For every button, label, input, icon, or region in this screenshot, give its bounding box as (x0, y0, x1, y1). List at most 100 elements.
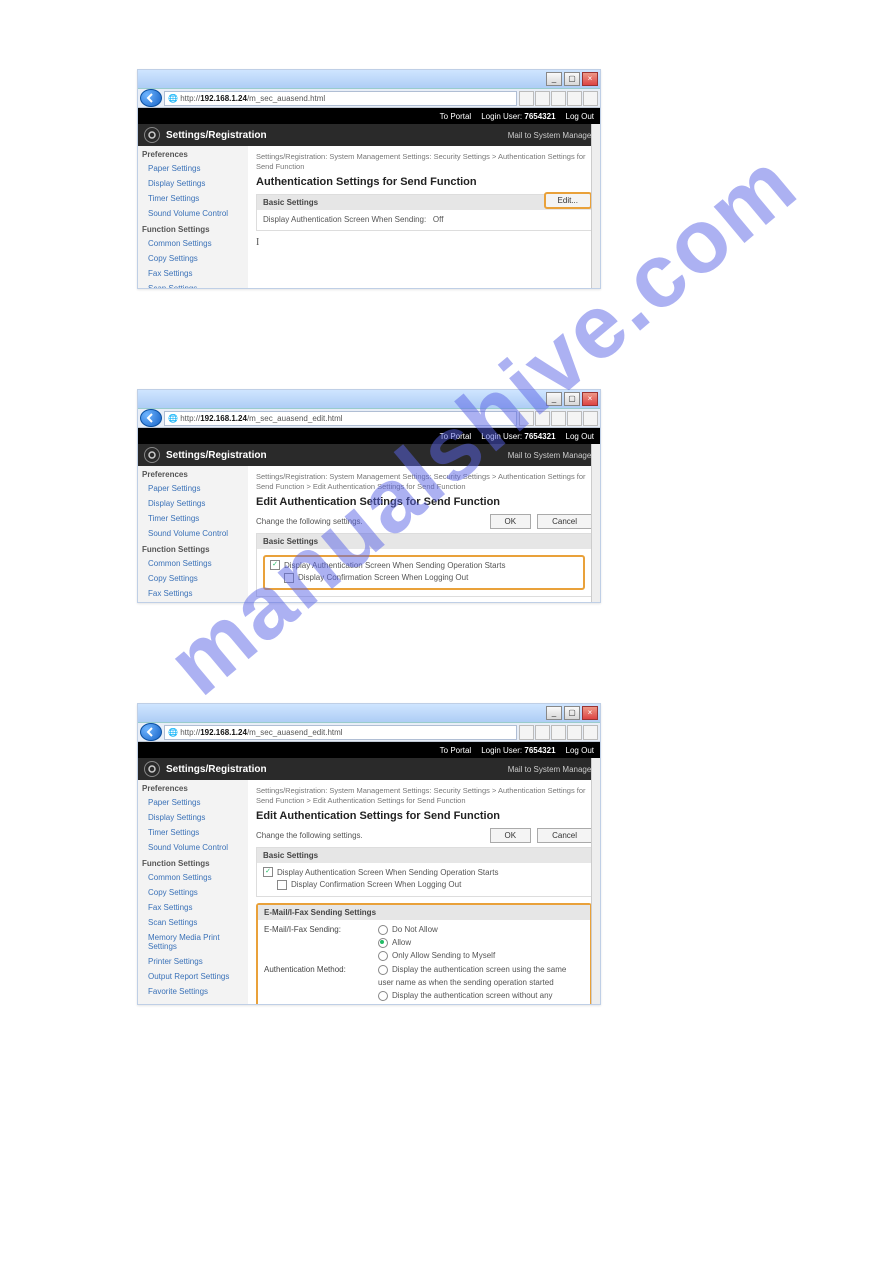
logout-link[interactable]: Log Out (566, 746, 594, 755)
mail-to-link[interactable]: Mail to System Manager (508, 131, 594, 140)
logout-link[interactable]: Log Out (566, 432, 594, 441)
stop-icon[interactable] (535, 411, 550, 426)
email-sending-label: E-Mail/I-Fax Sending: (264, 924, 364, 962)
url-field[interactable]: 🌐 http://192.168.1.24/m_sec_auasend.html (164, 91, 517, 106)
refresh-icon[interactable] (519, 91, 534, 106)
scrollbar[interactable] (591, 444, 600, 602)
radio-auth-no-info[interactable] (378, 991, 388, 1001)
minimize-button[interactable]: _ (546, 706, 562, 720)
sidebar-item-common[interactable]: Common Settings (138, 870, 248, 885)
sidebar-item-fax[interactable]: Fax Settings (138, 586, 248, 601)
sidebar-item-paper[interactable]: Paper Settings (138, 161, 248, 176)
sidebar-item-printer[interactable]: Printer Settings (138, 954, 248, 969)
sidebar-item-paper[interactable]: Paper Settings (138, 481, 248, 496)
checkbox-display-confirm-logout[interactable] (277, 880, 287, 890)
scrollbar[interactable] (591, 124, 600, 288)
minimize-button[interactable]: _ (546, 392, 562, 406)
mail-to-link[interactable]: Mail to System Manager (508, 765, 594, 774)
checkbox-display-auth-screen[interactable] (270, 560, 280, 570)
stop-icon[interactable] (535, 91, 550, 106)
checkbox-display-confirm-logout[interactable] (284, 573, 294, 583)
gear-icon[interactable] (583, 411, 598, 426)
sidebar-item-scan[interactable]: Scan Settings (138, 281, 248, 289)
home-icon[interactable] (551, 725, 566, 740)
change-settings-note: Change the following settings. (256, 831, 363, 840)
to-portal-link[interactable]: To Portal (440, 432, 472, 441)
radio-do-not-allow[interactable] (378, 925, 388, 935)
main-content: Settings/Registration: System Management… (248, 146, 600, 254)
scrollbar[interactable] (591, 758, 600, 1004)
sidebar: Preferences Paper Settings Display Setti… (138, 466, 248, 603)
auth-method-label: Authentication Method: (264, 964, 364, 1005)
highlighted-basic-options: Display Authentication Screen When Sendi… (263, 555, 585, 591)
sidebar-item-common[interactable]: Common Settings (138, 236, 248, 251)
sidebar-item-volume[interactable]: Sound Volume Control (138, 206, 248, 221)
checkbox-display-auth-screen[interactable] (263, 867, 273, 877)
edit-button[interactable]: Edit... (544, 192, 592, 209)
to-portal-link[interactable]: To Portal (440, 746, 472, 755)
url-scheme: 🌐 (168, 94, 178, 103)
maximize-button[interactable]: ▢ (564, 392, 580, 406)
gear-icon[interactable] (583, 91, 598, 106)
auth-same-user: Display the authentication screen using … (378, 965, 566, 987)
sidebar-item-copy[interactable]: Copy Settings (138, 885, 248, 900)
to-portal-link[interactable]: To Portal (440, 112, 472, 121)
home-icon[interactable] (551, 91, 566, 106)
url-field[interactable]: 🌐 http://192.168.1.24/m_sec_auasend_edit… (164, 411, 517, 426)
mail-to-link[interactable]: Mail to System Manager (508, 451, 594, 460)
refresh-icon[interactable] (519, 411, 534, 426)
sidebar-item-timer[interactable]: Timer Settings (138, 191, 248, 206)
sidebar-item-output[interactable]: Output Report Settings (138, 969, 248, 984)
sidebar-item-memory[interactable]: Memory Media Print Settings (138, 930, 248, 954)
radio-only-myself[interactable] (378, 951, 388, 961)
basic-settings-box: Basic Settings Display Authentication Sc… (256, 194, 592, 232)
cancel-button[interactable]: Cancel (537, 828, 592, 843)
minimize-button[interactable]: _ (546, 72, 562, 86)
sidebar-item-copy[interactable]: Copy Settings (138, 571, 248, 586)
sidebar-item-favorite[interactable]: Favorite Settings (138, 984, 248, 999)
ok-button[interactable]: OK (490, 514, 532, 529)
browser-back-icon[interactable] (140, 89, 162, 107)
sidebar: Preferences Paper Settings Display Setti… (138, 146, 248, 289)
radio-allow[interactable] (378, 938, 388, 948)
sidebar-item-display[interactable]: Display Settings (138, 496, 248, 511)
ok-button[interactable]: OK (490, 828, 532, 843)
browser-back-icon[interactable] (140, 409, 162, 427)
url-path: /m_sec_auasend_edit.html (247, 728, 343, 737)
close-button[interactable]: × (582, 72, 598, 86)
close-button[interactable]: × (582, 706, 598, 720)
gear-icon[interactable] (583, 725, 598, 740)
fav-icon[interactable] (567, 411, 582, 426)
logout-link[interactable]: Log Out (566, 112, 594, 121)
sidebar-item-copy[interactable]: Copy Settings (138, 251, 248, 266)
sidebar-item-scan[interactable]: Scan Settings (138, 601, 248, 603)
maximize-button[interactable]: ▢ (564, 72, 580, 86)
sidebar-item-volume[interactable]: Sound Volume Control (138, 840, 248, 855)
home-icon[interactable] (551, 411, 566, 426)
stop-icon[interactable] (535, 725, 550, 740)
sidebar-item-timer[interactable]: Timer Settings (138, 511, 248, 526)
maximize-button[interactable]: ▢ (564, 706, 580, 720)
app-title: Settings/Registration (166, 764, 267, 775)
radio-auth-same-user[interactable] (378, 965, 388, 975)
refresh-icon[interactable] (519, 725, 534, 740)
sidebar-item-scan[interactable]: Scan Settings (138, 915, 248, 930)
sidebar-item-common[interactable]: Common Settings (138, 556, 248, 571)
browser-back-icon[interactable] (140, 723, 162, 741)
sidebar-item-display[interactable]: Display Settings (138, 810, 248, 825)
fav-icon[interactable] (567, 91, 582, 106)
fav-icon[interactable] (567, 725, 582, 740)
url-field[interactable]: 🌐 http://192.168.1.24/m_sec_auasend_edit… (164, 725, 517, 740)
app-topbar: To Portal Login User: 7654321 Log Out (138, 108, 600, 124)
url-ip: 192.168.1.24 (200, 94, 247, 103)
sidebar-item-fax[interactable]: Fax Settings (138, 266, 248, 281)
browser-right-icons (519, 725, 598, 740)
sidebar-item-fax[interactable]: Fax Settings (138, 900, 248, 915)
sidebar-item-volume[interactable]: Sound Volume Control (138, 526, 248, 541)
sidebar-item-paper[interactable]: Paper Settings (138, 795, 248, 810)
close-button[interactable]: × (582, 392, 598, 406)
sidebar-item-display[interactable]: Display Settings (138, 176, 248, 191)
cancel-button[interactable]: Cancel (537, 514, 592, 529)
url-prefix: http:// (180, 94, 200, 103)
sidebar-item-timer[interactable]: Timer Settings (138, 825, 248, 840)
